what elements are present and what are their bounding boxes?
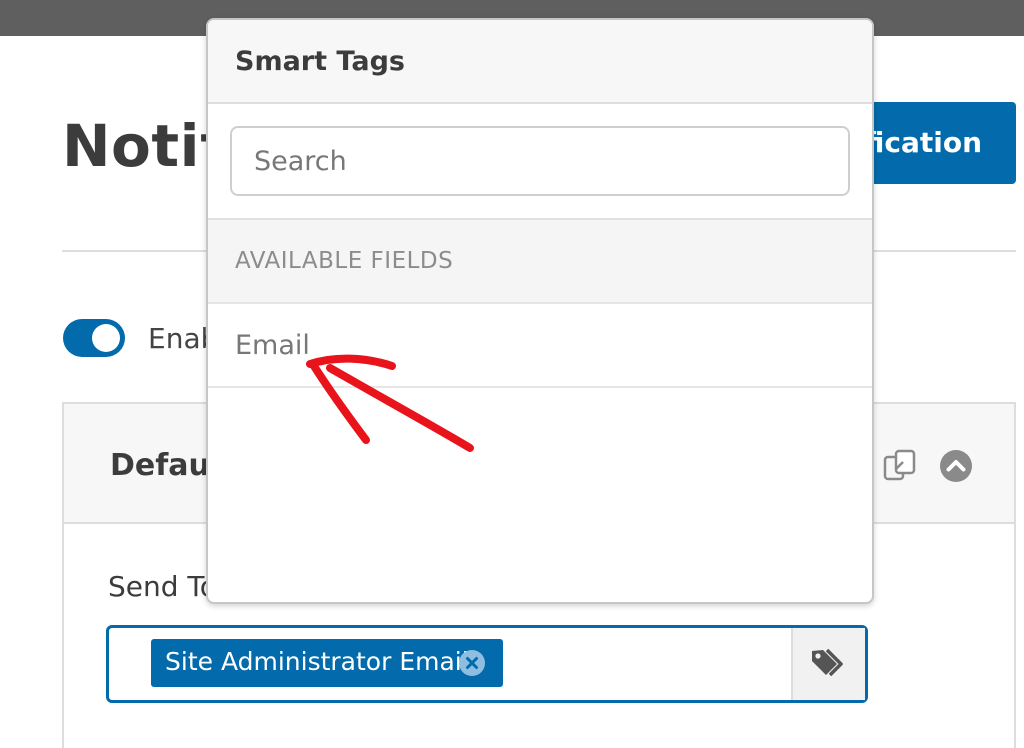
recipient-chip[interactable]: Site Administrator Email [151,639,503,687]
send-to-field[interactable]: Site Administrator Email [106,625,868,703]
available-fields-heading: AVAILABLE FIELDS [208,220,872,304]
smart-tags-toggle[interactable] [791,628,865,700]
smart-tags-search-input[interactable] [230,126,850,196]
page-title: Notif [62,112,226,180]
clone-icon[interactable] [882,448,918,484]
recipient-chip-label: Site Administrator Email [165,647,469,676]
smart-tag-field-email[interactable]: Email [208,304,872,388]
available-fields-heading-label: AVAILABLE FIELDS [235,248,454,274]
add-notification-button-label: ification [868,126,982,159]
remove-circle-icon[interactable] [459,650,485,676]
add-notification-button[interactable]: ification [868,102,1016,184]
smart-tags-search-wrap [208,104,872,220]
chevron-up-circle-icon[interactable] [940,450,972,482]
tags-icon [812,648,843,677]
enable-notifications-toggle[interactable] [63,319,125,357]
notification-panel-title: Defau [110,448,210,483]
page: Notif ification Enab Defau Send To Site … [0,0,1024,748]
toggle-knob [92,324,120,352]
smart-tag-field-label: Email [235,330,310,361]
smart-tags-dropdown: Smart Tags AVAILABLE FIELDS Email [206,18,874,604]
smart-tags-header: Smart Tags [208,20,872,104]
send-to-label: Send To [108,570,217,603]
smart-tags-title: Smart Tags [235,46,405,77]
